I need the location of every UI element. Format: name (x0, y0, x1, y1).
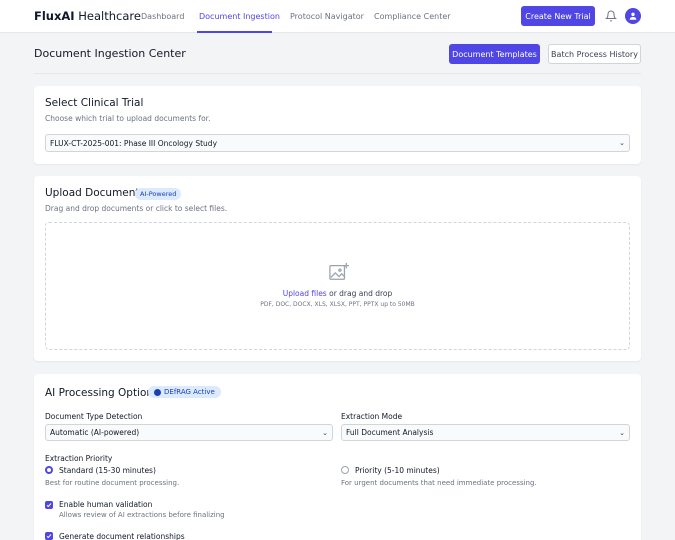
brand-name-bold: FluxAI (34, 9, 75, 23)
chevron-down-icon: ⌄ (619, 428, 625, 437)
file-type-hint: PDF, DOC, DOCX, XLS, XLSX, PPT, PPTX up … (260, 301, 415, 308)
chevron-down-icon: ⌄ (322, 428, 328, 437)
ai-processing-card: AI Processing Options DEfRAG Active Docu… (34, 374, 641, 540)
upload-instructions: Upload files or drag and drop (46, 289, 629, 298)
human-validation-label[interactable]: Enable human validation (59, 500, 152, 509)
checkmark-icon (46, 534, 52, 539)
doc-type-value: Automatic (AI-powered) (50, 428, 140, 437)
human-validation-checkbox[interactable] (45, 501, 53, 509)
status-dot-icon (154, 388, 161, 396)
nav-compliance-center[interactable]: Compliance Center (374, 12, 451, 21)
ai-processing-title: AI Processing Options (45, 387, 159, 399)
active-nav-indicator (197, 31, 272, 33)
ai-powered-badge: AI-Powered (135, 188, 182, 200)
extraction-mode-select[interactable]: Full Document Analysis ⌄ (341, 424, 630, 441)
extraction-mode-label: Extraction Mode (341, 412, 403, 421)
clinical-trial-select[interactable]: FLUX-CT-2025-001: Phase III Oncology Stu… (45, 134, 630, 152)
nav-document-ingestion[interactable]: Document Ingestion (199, 12, 280, 21)
checkmark-icon (46, 503, 52, 508)
human-validation-hint: Allows review of AI extractions before f… (59, 511, 225, 519)
brand-logo[interactable]: FluxAI Healthcare (34, 9, 141, 23)
bell-icon[interactable] (605, 10, 617, 22)
defrag-badge-label: DEfRAG Active (164, 388, 215, 396)
doc-type-label: Document Type Detection (45, 412, 143, 421)
document-templates-button[interactable]: Document Templates (449, 44, 540, 64)
upload-documents-title: Upload Documents (45, 187, 145, 199)
header-divider (34, 73, 641, 74)
upload-documents-subtitle: Drag and drop documents or click to sele… (45, 204, 228, 213)
user-avatar-icon[interactable] (625, 8, 641, 24)
priority-urgent-hint: For urgent documents that need immediate… (341, 479, 537, 487)
create-new-trial-button[interactable]: Create New Trial (521, 6, 595, 26)
defrag-active-badge: DEfRAG Active (148, 386, 221, 398)
clinical-trial-subtitle: Choose which trial to upload documents f… (45, 114, 211, 123)
priority-urgent-radio[interactable] (341, 466, 349, 474)
priority-standard-radio[interactable] (45, 466, 53, 474)
upload-files-link[interactable]: Upload files (283, 289, 327, 298)
nav-protocol-navigator[interactable]: Protocol Navigator (290, 12, 364, 21)
extraction-mode-value: Full Document Analysis (346, 428, 434, 437)
upload-documents-card: Upload Documents AI-Powered Drag and dro… (34, 176, 641, 361)
clinical-trial-selected-value: FLUX-CT-2025-001: Phase III Oncology Stu… (50, 138, 218, 148)
nav-dashboard[interactable]: Dashboard (141, 12, 184, 21)
doc-type-select[interactable]: Automatic (AI-powered) ⌄ (45, 424, 333, 441)
file-dropzone[interactable]: Upload files or drag and drop PDF, DOC, … (45, 222, 630, 350)
priority-urgent-label[interactable]: Priority (5-10 minutes) (355, 466, 440, 475)
relationships-label[interactable]: Generate document relationships (59, 532, 185, 540)
priority-standard-label[interactable]: Standard (15-30 minutes) (59, 466, 156, 475)
batch-process-history-button[interactable]: Batch Process History (548, 44, 641, 64)
image-upload-icon (329, 262, 349, 280)
relationships-checkbox[interactable] (45, 532, 53, 540)
chevron-down-icon: ⌄ (619, 139, 625, 147)
extraction-priority-label: Extraction Priority (45, 454, 113, 463)
top-navigation-bar: FluxAI Healthcare Dashboard Document Ing… (0, 0, 675, 33)
brand-name-light: Healthcare (74, 9, 141, 23)
clinical-trial-card: Select Clinical Trial Choose which trial… (34, 86, 641, 164)
drag-drop-text: or drag and drop (329, 289, 393, 298)
priority-standard-hint: Best for routine document processing. (45, 479, 180, 487)
clinical-trial-title: Select Clinical Trial (45, 97, 144, 109)
page-title: Document Ingestion Center (34, 47, 186, 60)
